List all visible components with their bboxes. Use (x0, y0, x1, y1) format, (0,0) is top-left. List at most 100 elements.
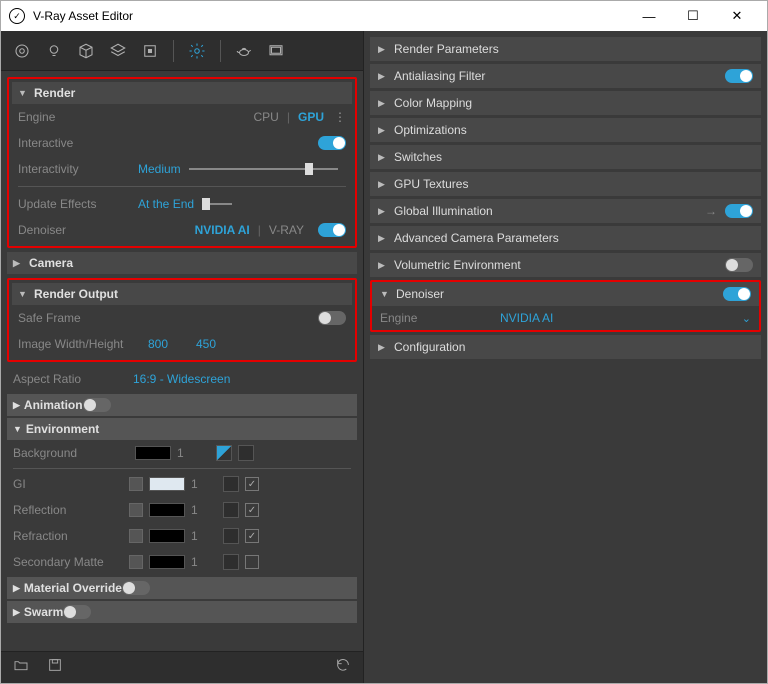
background-mult[interactable]: 1 (177, 446, 184, 460)
gi-check[interactable]: ✓ (245, 477, 259, 491)
close-button[interactable]: ✕ (715, 1, 759, 31)
right-label: GPU Textures (394, 177, 468, 191)
refraction-check[interactable]: ✓ (245, 529, 259, 543)
denoiser-nvidia[interactable]: NVIDIA AI (189, 223, 256, 237)
render-output-highlight: ▼ Render Output Safe Frame Image Width/H… (7, 278, 357, 362)
right-panel: ▶Render Parameters ▶Antialiasing Filter ▶C… (363, 31, 767, 683)
secondary-map[interactable] (223, 554, 239, 570)
refraction-swatch[interactable] (149, 529, 185, 543)
reflection-label: Reflection (13, 503, 123, 517)
background-swatch[interactable] (135, 446, 171, 460)
layers-icon[interactable] (105, 38, 131, 64)
right-row-render-parameters[interactable]: ▶Render Parameters (370, 37, 761, 61)
render-highlight: ▼ Render Engine CPU | GPU ⋮ (7, 77, 357, 248)
dropdown-icon[interactable]: ⌄ (742, 312, 751, 325)
render-header[interactable]: ▼ Render (12, 82, 352, 104)
background-map[interactable] (216, 445, 232, 461)
reflection-mult[interactable]: 1 (191, 503, 211, 517)
denoiser-panel-header[interactable]: ▼ Denoiser (372, 282, 759, 306)
refraction-mult[interactable]: 1 (191, 529, 211, 543)
update-effects-label: Update Effects (18, 197, 138, 211)
menu-dots-icon[interactable]: ⋮ (334, 110, 346, 124)
animation-header[interactable]: ▶ Animation (7, 394, 357, 416)
animation-toggle[interactable] (83, 398, 111, 412)
camera-header[interactable]: ▶ Camera (7, 252, 357, 274)
right-toggle[interactable] (725, 258, 753, 272)
save-icon[interactable] (47, 657, 63, 678)
right-row-color-mapping[interactable]: ▶Color Mapping (370, 91, 761, 115)
target-icon[interactable] (9, 38, 35, 64)
environment-header[interactable]: ▼ Environment (7, 418, 357, 440)
denoiser-vray[interactable]: V-RAY (263, 223, 310, 237)
swarm-header[interactable]: ▶ Swarm (7, 601, 357, 623)
camera-title: Camera (29, 256, 73, 270)
cube-icon[interactable] (73, 38, 99, 64)
aspect-value[interactable]: 16:9 - Widescreen (133, 372, 230, 386)
right-row-advanced-camera-parameters[interactable]: ▶Advanced Camera Parameters (370, 226, 761, 250)
secondary-swatch[interactable] (149, 555, 185, 569)
right-row-optimizations[interactable]: ▶Optimizations (370, 118, 761, 142)
interactivity-value[interactable]: Medium (138, 162, 181, 176)
interactivity-slider[interactable] (189, 168, 338, 170)
right-row-antialiasing-filter[interactable]: ▶Antialiasing Filter (370, 64, 761, 88)
secondary-mult[interactable]: 1 (191, 555, 211, 569)
update-effects-slider[interactable] (202, 203, 232, 205)
engine-cpu[interactable]: CPU (248, 110, 285, 124)
secondary-check[interactable] (245, 555, 259, 569)
gi-map[interactable] (223, 476, 239, 492)
engine-label: Engine (18, 110, 138, 124)
refraction-enable[interactable] (129, 529, 143, 543)
engine-gpu[interactable]: GPU (292, 110, 330, 124)
secondary-enable[interactable] (129, 555, 143, 569)
denoiser-toggle[interactable] (318, 223, 346, 237)
lightbulb-icon[interactable] (41, 38, 67, 64)
refraction-map[interactable] (223, 528, 239, 544)
left-scroll[interactable]: ▼ Render Engine CPU | GPU ⋮ (1, 71, 363, 651)
update-effects-value[interactable]: At the End (138, 197, 194, 211)
square-dot-icon[interactable] (137, 38, 163, 64)
configuration-header[interactable]: ▶ Configuration (370, 335, 761, 359)
safe-frame-toggle[interactable] (318, 311, 346, 325)
monitor-icon[interactable] (263, 38, 289, 64)
interactive-toggle[interactable] (318, 136, 346, 150)
right-row-gpu-textures[interactable]: ▶GPU Textures (370, 172, 761, 196)
iwh-row: Image Width/Height 800 450 (12, 331, 352, 357)
interactivity-label: Interactivity (18, 162, 138, 176)
right-row-volumetric-environment[interactable]: ▶Volumetric Environment (370, 253, 761, 277)
gi-mult[interactable]: 1 (191, 477, 211, 491)
left-panel: ▼ Render Engine CPU | GPU ⋮ (1, 31, 363, 683)
right-toggle[interactable] (725, 204, 753, 218)
material-override-toggle[interactable] (122, 581, 150, 595)
minimize-button[interactable]: — (627, 1, 671, 31)
reflection-map[interactable] (223, 502, 239, 518)
teapot-icon[interactable] (231, 38, 257, 64)
gi-swatch[interactable] (149, 477, 185, 491)
denoiser-panel-toggle[interactable] (723, 287, 751, 301)
reflection-swatch[interactable] (149, 503, 185, 517)
gi-enable[interactable] (129, 477, 143, 491)
right-row-global-illumination[interactable]: ▶Global Illumination→ (370, 199, 761, 223)
height-input[interactable]: 450 (196, 337, 244, 351)
chevron-right-icon: ▶ (13, 583, 20, 594)
app-window: ✓ V-Ray Asset Editor — ☐ ✕ (0, 0, 768, 684)
folder-open-icon[interactable] (13, 657, 29, 678)
reflection-check[interactable]: ✓ (245, 503, 259, 517)
reflection-row: Reflection 1 ✓ (7, 497, 357, 523)
material-override-header[interactable]: ▶ Material Override (7, 577, 357, 599)
render-output-header[interactable]: ▼ Render Output (12, 283, 352, 305)
right-scroll[interactable]: ▶Render Parameters ▶Antialiasing Filter ▶C… (364, 31, 767, 683)
interactivity-row: Interactivity Medium (12, 156, 352, 182)
swarm-toggle[interactable] (63, 605, 91, 619)
maximize-button[interactable]: ☐ (671, 1, 715, 31)
background-chip2[interactable] (238, 445, 254, 461)
undo-icon[interactable] (335, 657, 351, 678)
chevron-down-icon: ▼ (13, 424, 22, 434)
denoiser-segment[interactable]: NVIDIA AI | V-RAY (189, 223, 310, 237)
engine-segment[interactable]: CPU | GPU ⋮ (248, 110, 346, 124)
width-input[interactable]: 800 (148, 337, 196, 351)
right-toggle[interactable] (725, 69, 753, 83)
denoiser-engine-value[interactable]: NVIDIA AI (500, 311, 742, 325)
gear-icon[interactable] (184, 38, 210, 64)
reflection-enable[interactable] (129, 503, 143, 517)
right-row-switches[interactable]: ▶Switches (370, 145, 761, 169)
